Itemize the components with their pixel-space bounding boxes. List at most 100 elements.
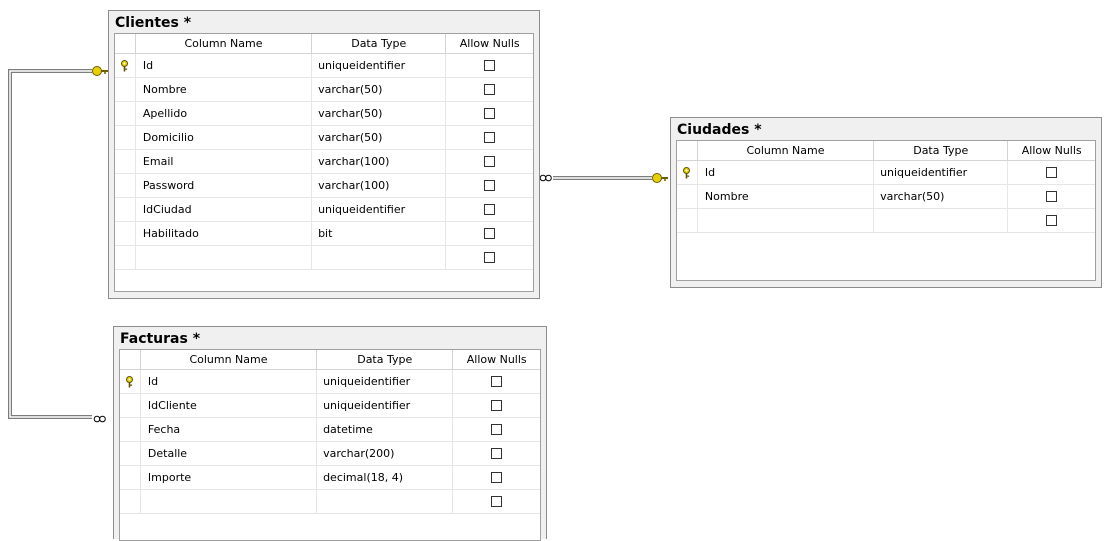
table-row[interactable]: Detalle varchar(200) [120, 442, 540, 466]
table-row[interactable]: Habilitado bit [115, 222, 533, 246]
data-type-cell[interactable]: bit [312, 222, 447, 245]
table-row[interactable]: IdCliente uniqueidentifier [120, 394, 540, 418]
table-clientes[interactable]: Clientes * Column Name Data Type Allow Nul… [108, 10, 540, 299]
allow-nulls-checkbox[interactable] [484, 252, 496, 263]
data-type-cell[interactable] [874, 209, 1009, 232]
row-selector[interactable] [115, 54, 136, 77]
column-name-cell[interactable]: Importe [141, 466, 318, 489]
column-name-cell[interactable]: Email [136, 150, 313, 173]
data-type-header[interactable]: Data Type [874, 141, 1009, 160]
data-type-cell[interactable]: varchar(50) [874, 185, 1009, 208]
data-type-cell[interactable]: varchar(100) [312, 150, 447, 173]
row-selector[interactable] [120, 490, 141, 513]
allow-nulls-checkbox[interactable] [491, 496, 503, 507]
data-type-cell[interactable]: varchar(50) [312, 78, 447, 101]
data-type-header[interactable]: Data Type [312, 34, 447, 53]
column-name-cell[interactable]: Nombre [698, 185, 875, 208]
data-type-cell[interactable]: uniqueidentifier [317, 394, 454, 417]
table-row[interactable]: Domicilio varchar(50) [115, 126, 533, 150]
column-name-cell[interactable]: Detalle [141, 442, 318, 465]
allow-nulls-checkbox[interactable] [491, 376, 503, 387]
allow-nulls-checkbox[interactable] [491, 424, 503, 435]
table-row[interactable]: Nombre varchar(50) [115, 78, 533, 102]
allow-nulls-header[interactable]: Allow Nulls [1008, 141, 1095, 160]
table-title[interactable]: Facturas * [114, 327, 546, 349]
row-selector[interactable] [120, 370, 141, 393]
column-name-cell[interactable]: IdCliente [141, 394, 318, 417]
table-title[interactable]: Ciudades * [671, 118, 1101, 140]
row-selector[interactable] [120, 418, 141, 441]
table-row[interactable]: Email varchar(100) [115, 150, 533, 174]
column-name-cell[interactable]: Password [136, 174, 313, 197]
row-selector[interactable] [115, 150, 136, 173]
allow-nulls-checkbox[interactable] [491, 472, 503, 483]
allow-nulls-checkbox[interactable] [491, 400, 503, 411]
data-type-cell[interactable]: datetime [317, 418, 454, 441]
column-name-header[interactable]: Column Name [141, 350, 318, 369]
table-row[interactable]: IdCiudad uniqueidentifier [115, 198, 533, 222]
allow-nulls-checkbox[interactable] [484, 132, 496, 143]
data-type-cell[interactable]: varchar(100) [312, 174, 447, 197]
row-selector[interactable] [115, 174, 136, 197]
allow-nulls-checkbox[interactable] [484, 204, 496, 215]
table-row[interactable]: Importe decimal(18, 4) [120, 466, 540, 490]
row-selector[interactable] [677, 185, 698, 208]
allow-nulls-header[interactable]: Allow Nulls [453, 350, 540, 369]
row-selector[interactable] [115, 246, 136, 269]
table-row[interactable]: Password varchar(100) [115, 174, 533, 198]
data-type-cell[interactable] [312, 246, 447, 269]
column-name-cell[interactable] [698, 209, 875, 232]
table-ciudades[interactable]: Ciudades * Column Name Data Type Allow Nul… [670, 117, 1102, 288]
table-row[interactable] [115, 246, 533, 270]
data-type-cell[interactable]: varchar(50) [312, 102, 447, 125]
row-selector[interactable] [115, 102, 136, 125]
column-name-cell[interactable]: Id [136, 54, 313, 77]
data-type-cell[interactable]: uniqueidentifier [317, 370, 454, 393]
allow-nulls-header[interactable]: Allow Nulls [446, 34, 533, 53]
row-selector[interactable] [120, 466, 141, 489]
allow-nulls-checkbox[interactable] [1046, 215, 1058, 226]
column-name-cell[interactable]: Nombre [136, 78, 313, 101]
column-name-cell[interactable]: Apellido [136, 102, 313, 125]
row-selector[interactable] [677, 161, 698, 184]
table-row[interactable] [120, 490, 540, 514]
data-type-cell[interactable]: uniqueidentifier [312, 54, 447, 77]
table-row[interactable]: Id uniqueidentifier [120, 370, 540, 394]
data-type-cell[interactable]: varchar(50) [312, 126, 447, 149]
row-selector[interactable] [115, 222, 136, 245]
allow-nulls-checkbox[interactable] [1046, 167, 1058, 178]
data-type-cell[interactable]: varchar(200) [317, 442, 454, 465]
table-row[interactable] [677, 209, 1095, 233]
relationship-clientes-facturas[interactable] [8, 69, 92, 419]
data-type-cell[interactable] [317, 490, 454, 513]
allow-nulls-checkbox[interactable] [1046, 191, 1058, 202]
column-name-cell[interactable]: Id [141, 370, 318, 393]
column-name-cell[interactable] [136, 246, 313, 269]
table-row[interactable]: Fecha datetime [120, 418, 540, 442]
allow-nulls-checkbox[interactable] [484, 180, 496, 191]
column-name-cell[interactable]: IdCiudad [136, 198, 313, 221]
data-type-header[interactable]: Data Type [317, 350, 454, 369]
allow-nulls-checkbox[interactable] [484, 108, 496, 119]
row-selector[interactable] [115, 126, 136, 149]
row-selector[interactable] [115, 198, 136, 221]
table-facturas[interactable]: Facturas * Column Name Data Type Allow Nul… [113, 326, 547, 541]
data-type-cell[interactable]: uniqueidentifier [874, 161, 1009, 184]
column-name-cell[interactable]: Habilitado [136, 222, 313, 245]
allow-nulls-checkbox[interactable] [484, 228, 496, 239]
table-title[interactable]: Clientes * [109, 11, 539, 33]
data-type-cell[interactable]: decimal(18, 4) [317, 466, 454, 489]
column-name-cell[interactable]: Domicilio [136, 126, 313, 149]
column-name-cell[interactable]: Fecha [141, 418, 318, 441]
allow-nulls-checkbox[interactable] [484, 84, 496, 95]
row-selector[interactable] [677, 209, 698, 232]
column-name-cell[interactable]: Id [698, 161, 875, 184]
column-name-cell[interactable] [141, 490, 318, 513]
column-name-header[interactable]: Column Name [698, 141, 875, 160]
allow-nulls-checkbox[interactable] [491, 448, 503, 459]
table-row[interactable]: Id uniqueidentifier [677, 161, 1095, 185]
data-type-cell[interactable]: uniqueidentifier [312, 198, 447, 221]
allow-nulls-checkbox[interactable] [484, 60, 496, 71]
table-row[interactable]: Nombre varchar(50) [677, 185, 1095, 209]
table-row[interactable]: Apellido varchar(50) [115, 102, 533, 126]
